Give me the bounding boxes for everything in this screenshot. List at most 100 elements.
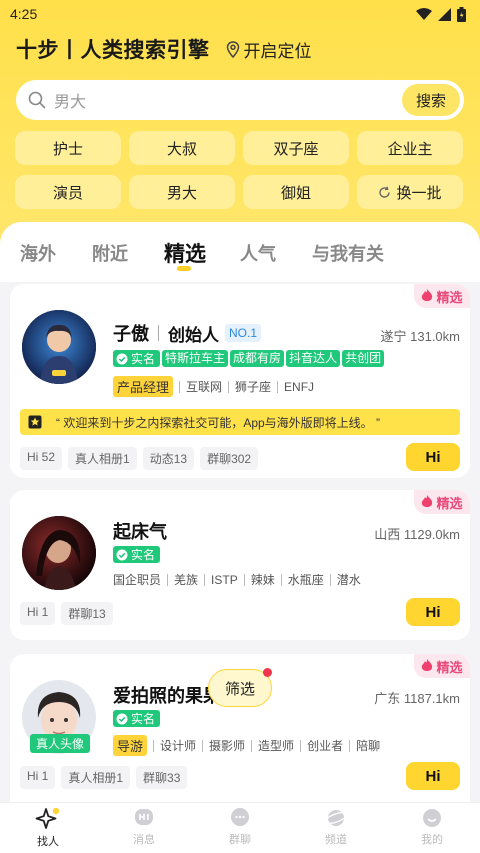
stat-chip[interactable]: Hi 52 (20, 447, 63, 470)
verified-label: 实名 (131, 712, 156, 726)
hi-button[interactable]: Hi (406, 443, 460, 471)
rank-badge: NO.1 (225, 324, 262, 342)
info-item: 创业者 (307, 739, 344, 753)
info-item: 国企职员 (113, 573, 162, 587)
info-item: 水瓶座 (287, 573, 324, 587)
verified-label: 实名 (131, 352, 156, 366)
info-item: 狮子座 (235, 380, 272, 394)
quick-tag[interactable]: 演员 (15, 175, 121, 209)
planet-icon (325, 810, 347, 826)
stat-chip[interactable]: 动态13 (142, 447, 195, 470)
tab-featured[interactable]: 精选 (164, 238, 206, 268)
featured-badge-label: 精选 (436, 495, 463, 511)
quick-tag[interactable]: 男大 (129, 175, 235, 209)
user-card[interactable]: 精选 子傲 创始人 NO.1 遂宁 131.0km 实名 特斯拉车主 成都有房 … (10, 284, 470, 478)
quick-tag[interactable]: 御姐 (243, 175, 349, 209)
signal-icon (438, 7, 451, 21)
search-input[interactable]: 男大 (54, 88, 86, 112)
search-icon (28, 91, 46, 109)
info-row: 产品经理 互联网 狮子座 ENFJ (113, 376, 314, 397)
featured-badge: 精选 (414, 490, 470, 514)
nav-label: 消息 (133, 834, 155, 846)
info-item: ENFJ (284, 379, 315, 394)
stat-chip[interactable]: 真人相册1 (61, 766, 131, 789)
info-item: 摄影师 (209, 739, 246, 753)
user-name: 起床气 (113, 522, 167, 542)
filter-label: 筛选 (224, 680, 255, 698)
quick-tag[interactable]: 双子座 (243, 131, 349, 165)
user-tag: 共创团 (342, 350, 385, 367)
nav-find-people[interactable]: 找人 (18, 807, 78, 849)
featured-badge: 精选 (414, 654, 470, 678)
stat-chip[interactable]: 群聊302 (200, 447, 259, 470)
profile-face-icon (423, 809, 441, 827)
flame-icon (422, 495, 433, 507)
avatar-image (22, 310, 96, 384)
stat-chip[interactable]: Hi 1 (20, 602, 56, 625)
quick-tag[interactable]: 企业主 (357, 131, 463, 165)
info-item: 陪聊 (356, 739, 381, 753)
info-divider (329, 573, 331, 586)
info-divider (153, 739, 155, 752)
quick-tag[interactable]: 大叔 (129, 131, 235, 165)
stat-chip[interactable]: 群聊13 (61, 602, 113, 625)
featured-badge-label: 精选 (436, 659, 463, 675)
stat-chip[interactable]: 真人相册1 (68, 447, 137, 470)
filter-button[interactable]: 筛选 (208, 668, 272, 707)
info-divider (228, 380, 230, 393)
name-line: 爱拍照的果果 (113, 682, 221, 708)
search-button[interactable]: 搜索 (402, 84, 460, 116)
info-divider (204, 573, 206, 586)
stat-chip[interactable]: 群聊33 (136, 766, 188, 789)
info-row: 导游 设计师 摄影师 造型师 创业者 陪聊 (113, 735, 380, 756)
info-item: 潜水 (336, 573, 361, 587)
stat-chip[interactable]: Hi 1 (20, 766, 56, 789)
info-item: 设计师 (160, 739, 197, 753)
verified-label: 实名 (131, 548, 156, 562)
bottom-nav: 找人 消息 群聊 频道 我的 (0, 802, 480, 853)
sparkle-star-icon (35, 807, 60, 829)
distance: 遂宁 131.0km (380, 329, 460, 344)
badge-row: 实名 特斯拉车主 成都有房 抖音达人 共创团 (113, 350, 385, 367)
user-tag: 抖音达人 (286, 350, 341, 367)
notification-dot (263, 668, 272, 677)
nav-label: 找人 (37, 836, 59, 848)
user-tag: 特斯拉车主 (162, 350, 229, 367)
tab-popular[interactable]: 人气 (240, 240, 276, 266)
status-time: 4:25 (10, 6, 38, 22)
refresh-tags-button[interactable]: 换一批 (357, 175, 463, 209)
user-role: 创始人 (168, 325, 219, 345)
nav-group-chat[interactable]: 群聊 (210, 807, 270, 847)
info-divider (277, 380, 279, 393)
avatar[interactable] (22, 310, 96, 384)
hi-button[interactable]: Hi (406, 598, 460, 626)
info-divider (300, 739, 302, 752)
nav-label: 我的 (421, 834, 443, 846)
nav-me[interactable]: 我的 (402, 807, 462, 847)
chat-bubble-icon (231, 808, 249, 826)
tab-related-to-me[interactable]: 与我有关 (312, 240, 384, 266)
user-name: 子傲 (113, 324, 149, 344)
location-button[interactable]: 开启定位 (226, 37, 312, 62)
user-card[interactable]: 精选 起床气 山西 1129.0km 实名 国企职员 羌族 ISTP 辣妹 水瓶… (10, 490, 470, 640)
info-item: 羌族 (174, 573, 199, 587)
verified-badge: 实名 (113, 710, 161, 727)
hi-button[interactable]: Hi (406, 762, 460, 790)
info-item: ISTP (211, 572, 238, 587)
wifi-icon (416, 8, 432, 20)
user-name: 爱拍照的果果 (113, 686, 221, 706)
tab-overseas[interactable]: 海外 (20, 240, 56, 266)
stat-row: Hi 1 群聊13 (20, 602, 113, 625)
search-bar[interactable]: 男大 搜索 (16, 80, 464, 120)
quick-tag[interactable]: 护士 (15, 131, 121, 165)
avatar[interactable] (22, 516, 96, 590)
stat-row: Hi 52 真人相册1 动态13 群聊302 (20, 447, 259, 470)
header: 十步丨人类搜索引擎 开启定位 (16, 34, 312, 64)
name-line: 子傲 创始人 NO.1 (113, 320, 262, 346)
tab-nearby[interactable]: 附近 (92, 240, 128, 266)
flame-icon (422, 289, 433, 301)
name-divider (158, 325, 159, 341)
nav-channels[interactable]: 频道 (306, 807, 366, 847)
nav-messages[interactable]: 消息 (114, 807, 174, 847)
info-item: 互联网 (186, 380, 223, 394)
